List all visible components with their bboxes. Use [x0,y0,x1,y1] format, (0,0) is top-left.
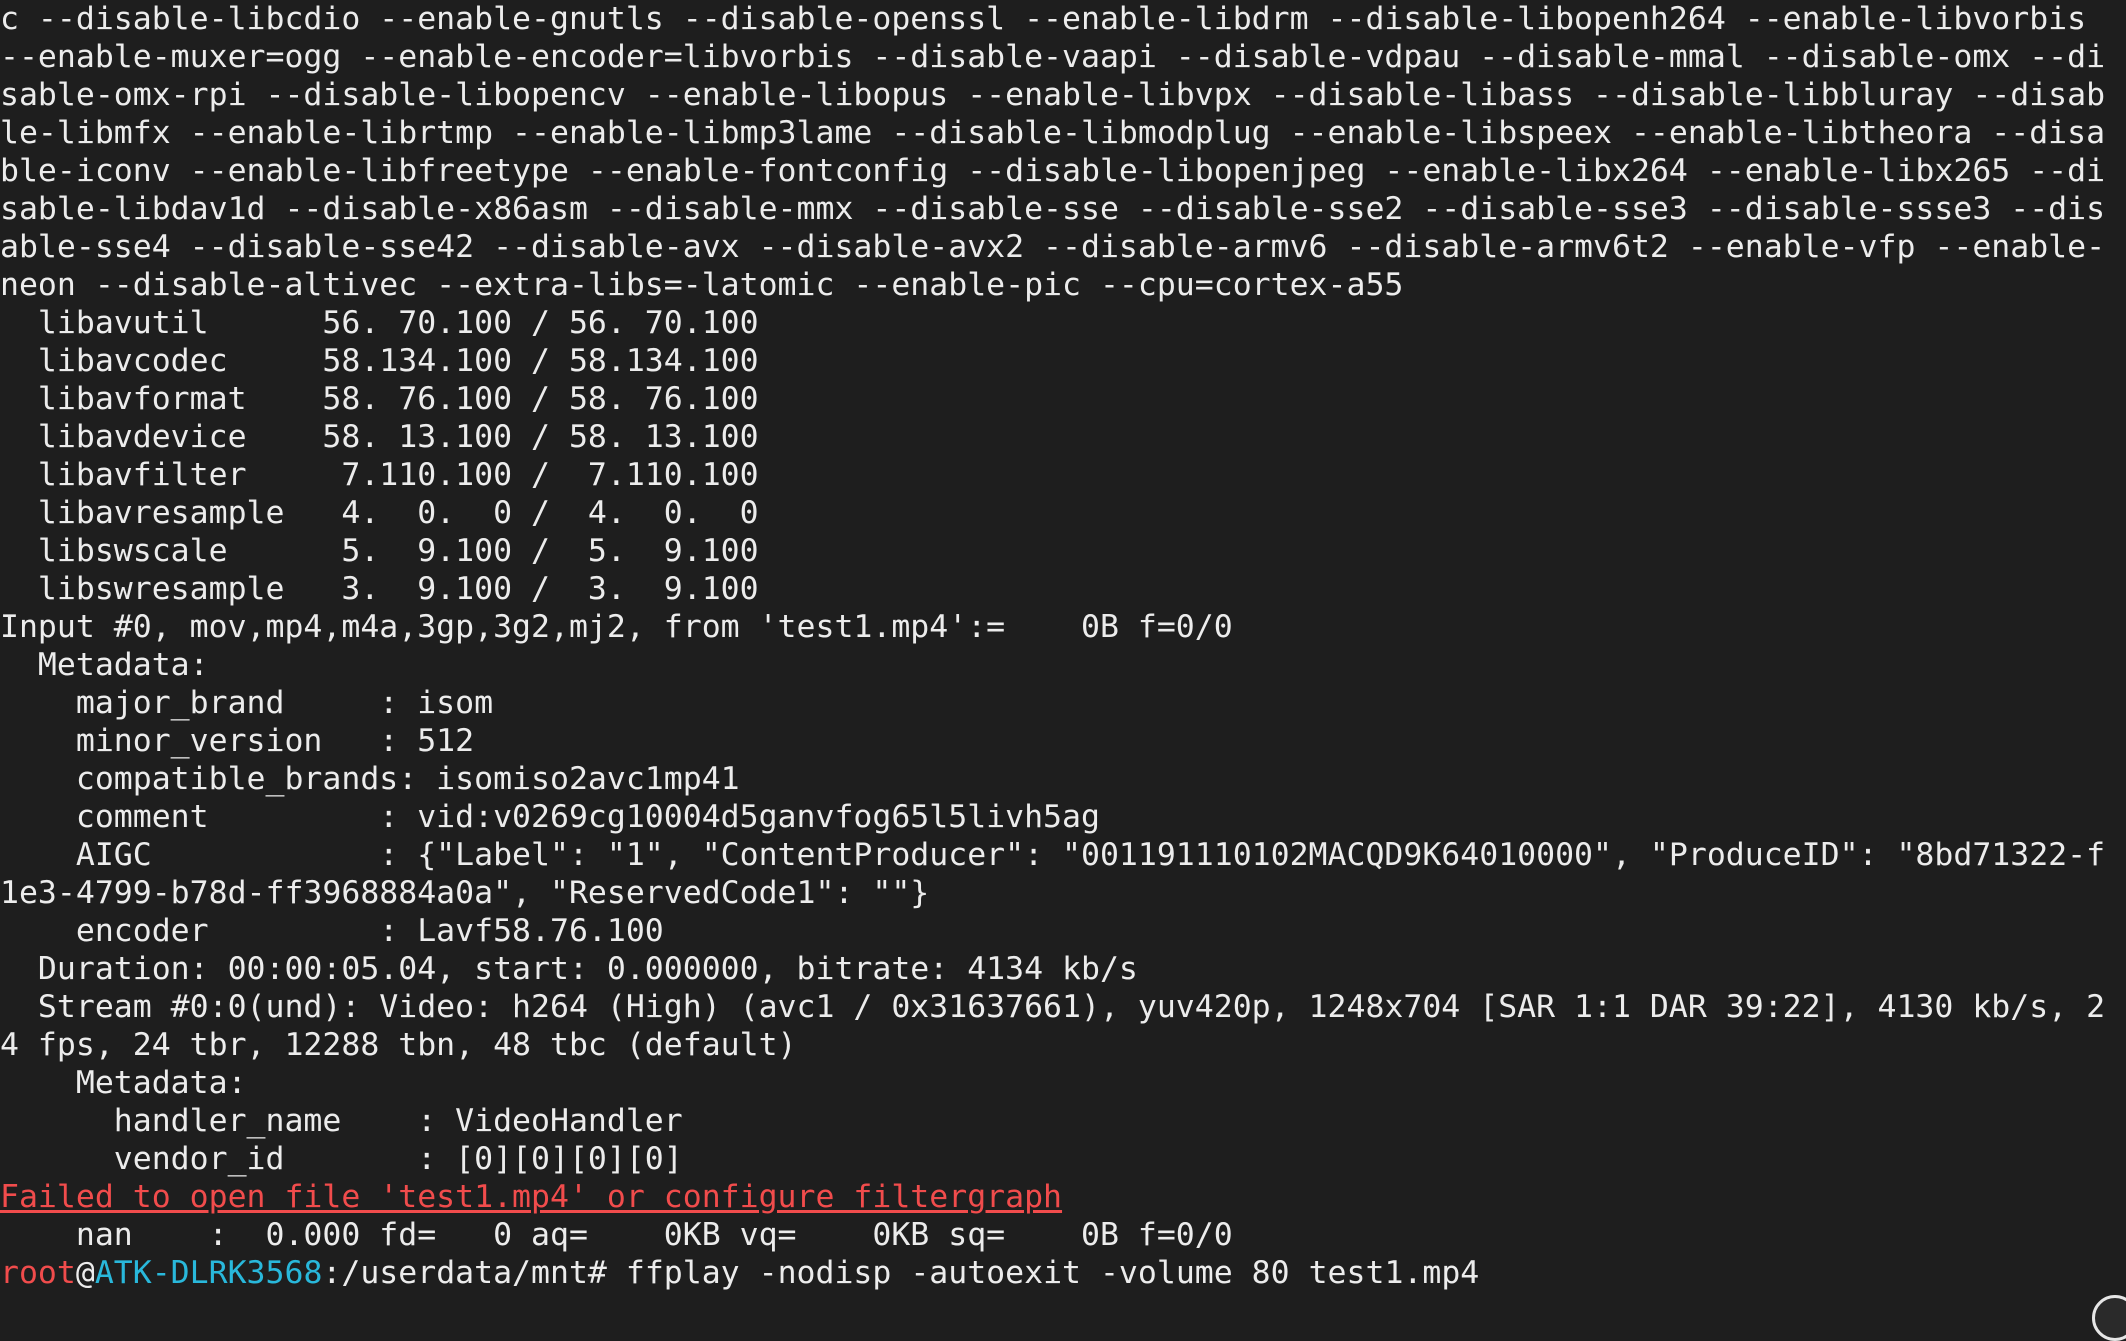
prompt-user: root [0,1255,76,1291]
terminal-output-line: sable-omx-rpi --disable-libopencv --enab… [0,77,2106,113]
terminal-output-line: le-libmfx --enable-librtmp --enable-libm… [0,115,2106,151]
command-prompt-line[interactable]: root@ATK-DLRK3568:/userdata/mnt# ffplay … [0,1254,2126,1292]
terminal-output-line: libavformat 58. 76.100 / 58. 76.100 [0,381,759,417]
terminal-output-line: libavutil 56. 70.100 / 56. 70.100 [0,305,759,341]
terminal-output-line: libavdevice 58. 13.100 / 58. 13.100 [0,419,759,455]
prompt-host: ATK-DLRK3568 [94,1255,323,1291]
terminal-output-line: Stream #0:0(und): Video: h264 (High) (av… [0,989,2106,1025]
terminal-output-line: compatible_brands: isomiso2avc1mp41 [0,761,740,797]
terminal-output: c --disable-libcdio --enable-gnutls --di… [0,0,2126,1178]
prompt-command: ffplay -nodisp -autoexit -volume 80 test… [606,1255,1480,1291]
terminal-output-line: libavresample 4. 0. 0 / 4. 0. 0 [0,495,759,531]
terminal-output-line: AIGC : {"Label": "1", "ContentProducer":… [0,837,2106,873]
terminal-output-line: Metadata: [0,647,209,683]
prompt-at: @ [75,1255,95,1291]
terminal-output-line: neon --disable-altivec --extra-libs=-lat… [0,267,1404,303]
terminal-output-line: able-sse4 --disable-sse42 --disable-avx … [0,229,2106,265]
terminal-output-line: handler_name : VideoHandler [0,1103,683,1139]
terminal-window[interactable]: c --disable-libcdio --enable-gnutls --di… [0,0,2126,1341]
terminal-output-line: c --disable-libcdio --enable-gnutls --di… [0,1,2087,37]
terminal-output-line: comment : vid:v0269cg10004d5ganvfog65l5l… [0,799,1100,835]
terminal-output-line: libavcodec 58.134.100 / 58.134.100 [0,343,759,379]
prompt-path: :/userdata/mnt# [322,1255,607,1291]
terminal-output-line: Metadata: [0,1065,247,1101]
terminal-output-line: 1e3-4799-b78d-ff3968884a0a", "ReservedCo… [0,875,930,911]
terminal-output-line: minor_version : 512 [0,723,475,759]
playback-status-line: nan : 0.000 fd= 0 aq= 0KB vq= 0KB sq= 0B… [0,1217,1233,1253]
terminal-output-line: libavfilter 7.110.100 / 7.110.100 [0,457,759,493]
terminal-output-line: --enable-muxer=ogg --enable-encoder=libv… [0,39,2106,75]
terminal-output-line: Input #0, mov,mp4,m4a,3gp,3g2,mj2, from … [0,609,1233,645]
terminal-output-line: Duration: 00:00:05.04, start: 0.000000, … [0,951,1138,987]
floating-assistant-icon[interactable] [2092,1295,2126,1341]
terminal-output-line: libswresample 3. 9.100 / 3. 9.100 [0,571,759,607]
terminal-output-line: vendor_id : [0][0][0][0] [0,1141,683,1177]
terminal-output-line: encoder : Lavf58.76.100 [0,913,664,949]
error-message: Failed to open file 'test1.mp4' or confi… [0,1179,1063,1215]
terminal-output-line: major_brand : isom [0,685,494,721]
terminal-output-line: sable-libdav1d --disable-x86asm --disabl… [0,191,2106,227]
terminal-output-line: ble-iconv --enable-libfreetype --enable-… [0,153,2106,189]
terminal-output-line: libswscale 5. 9.100 / 5. 9.100 [0,533,759,569]
terminal-output-line: 4 fps, 24 tbr, 12288 tbn, 48 tbc (defaul… [0,1027,797,1063]
